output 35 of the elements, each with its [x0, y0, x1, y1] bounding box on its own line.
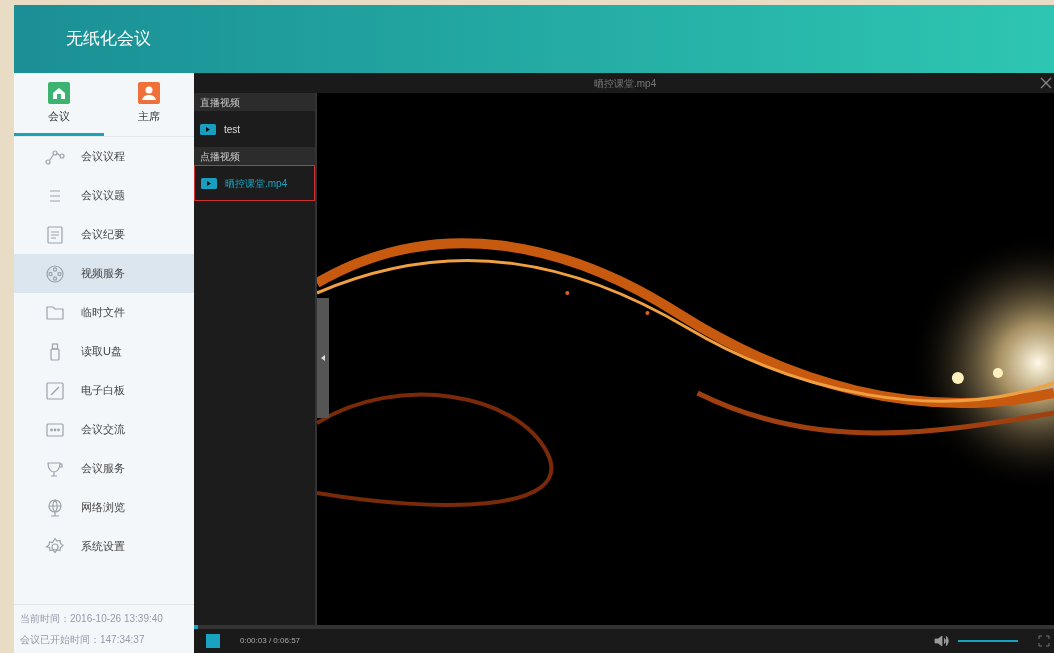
status-text: 会议已开始时间：147:34:37 — [20, 633, 146, 647]
volume-icon[interactable] — [934, 635, 950, 647]
fullscreen-icon[interactable] — [1038, 635, 1050, 647]
menu-item[interactable]: 临时文件 — [14, 293, 194, 332]
playlist-item[interactable]: 晒控课堂.mp4 — [194, 165, 315, 201]
menu-item[interactable]: 会议议题 — [14, 176, 194, 215]
menu-item[interactable]: 电子白板 — [14, 371, 194, 410]
menu-item[interactable]: 会议交流 — [14, 410, 194, 449]
menu-item[interactable]: 系统设置 — [14, 527, 194, 566]
user-icon — [138, 81, 160, 104]
time-display: 0:00:03 / 0:06:57 — [240, 635, 301, 647]
video-icon — [200, 123, 216, 135]
globe-icon — [45, 497, 65, 518]
whiteboard-icon — [45, 380, 65, 401]
menu-item[interactable]: 网络浏览 — [14, 488, 194, 527]
menu-item[interactable]: 读取U盘 — [14, 332, 194, 371]
menu-item[interactable]: 视频服务 — [14, 254, 194, 293]
playlist-heading: 直播视频 — [194, 93, 315, 111]
menu-item[interactable]: 会议服务 — [14, 449, 194, 488]
collapse-handle[interactable] — [317, 298, 329, 418]
home-icon — [48, 81, 70, 104]
film-reel-icon — [45, 263, 65, 284]
sidebar-tab[interactable]: 会议 — [14, 73, 104, 136]
playlist-item[interactable]: test — [194, 111, 315, 147]
close-icon[interactable] — [1040, 77, 1052, 89]
status-text: 当前时间：2016-10-26 13:39:40 — [20, 612, 164, 626]
video-title: 晒控课堂.mp4 — [594, 76, 657, 91]
menu-item[interactable]: 会议议程 — [14, 137, 194, 176]
app-title: 无纸化会议 — [66, 28, 151, 51]
document-icon — [45, 224, 65, 245]
sidebar-tab[interactable]: 主席 — [104, 73, 194, 136]
video-icon — [201, 177, 217, 189]
menu-item[interactable]: 会议纪要 — [14, 215, 194, 254]
playlist-heading: 点播视频 — [194, 147, 315, 165]
caret-icon — [321, 355, 325, 361]
